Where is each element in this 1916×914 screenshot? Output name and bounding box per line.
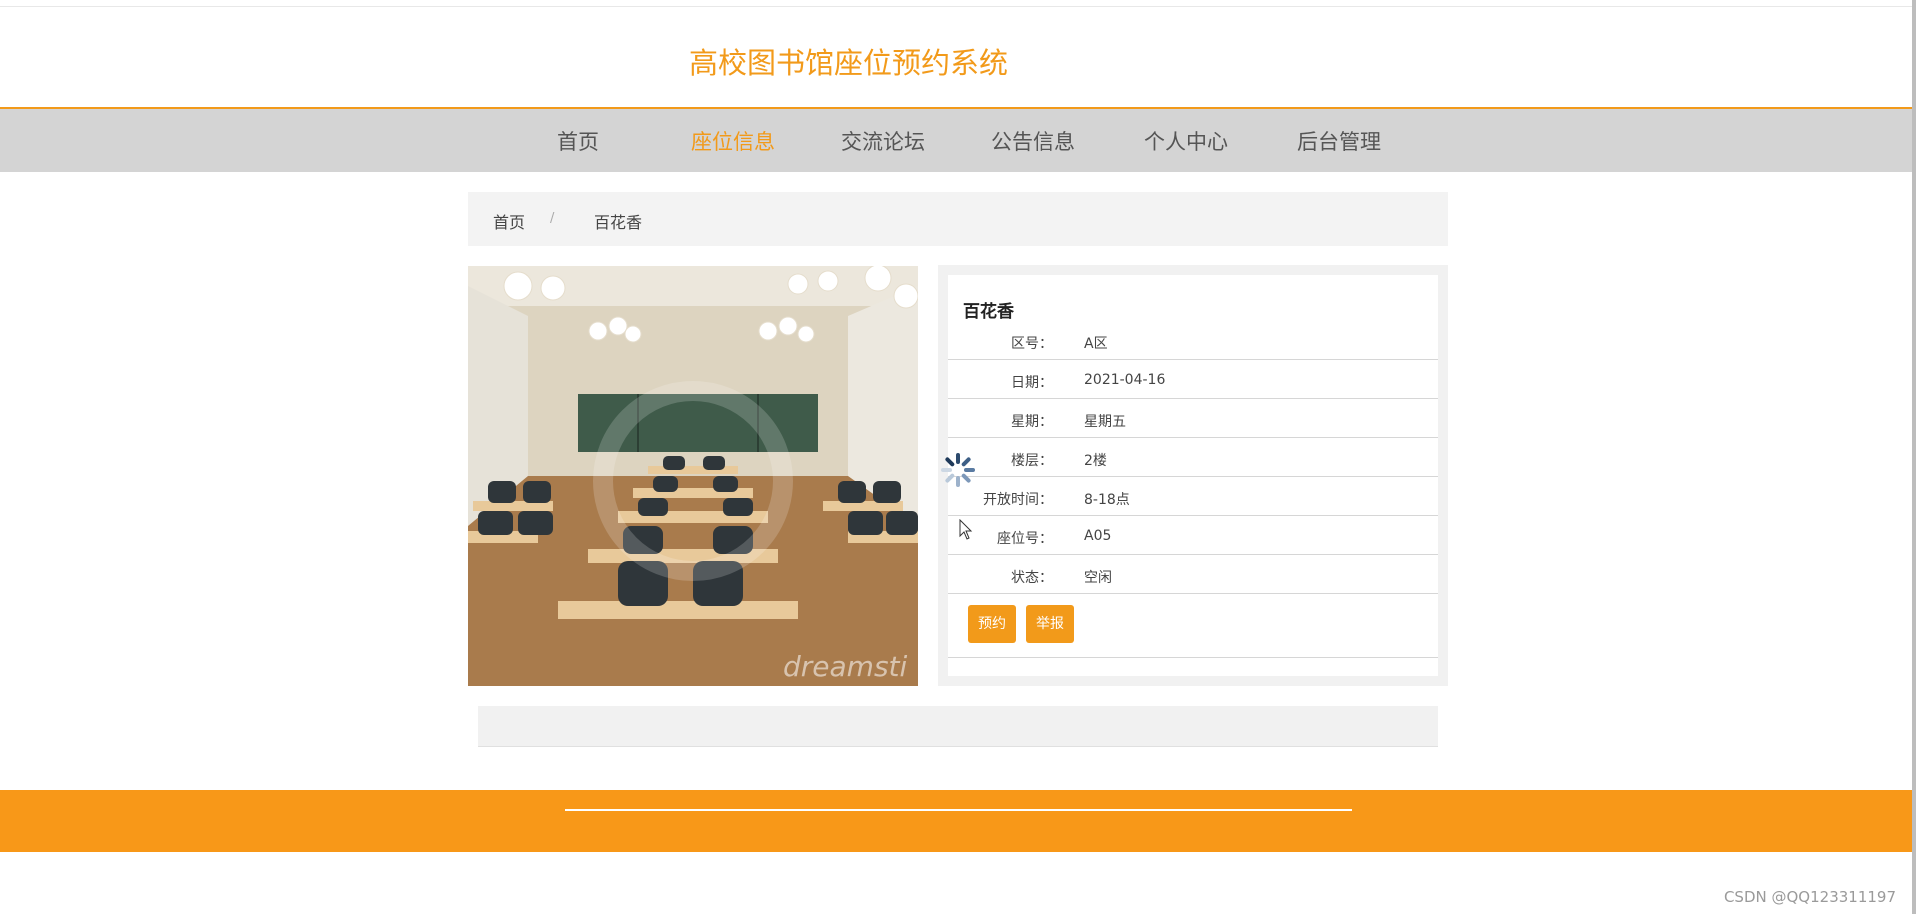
detail-label: 座位号：: [997, 531, 1053, 547]
detail-row-weekday: 星期： 星期五: [948, 399, 1438, 438]
seat-photo: dreamsti: [468, 266, 918, 686]
nav-item-forum[interactable]: 交流论坛: [841, 126, 925, 156]
breadcrumb-current: 百花香: [594, 213, 643, 232]
detail-value: 8-18点: [1084, 492, 1130, 508]
detail-value: A05: [1084, 528, 1112, 544]
detail-label: 星期：: [1011, 414, 1053, 430]
detail-row-floor: 楼层： 2楼: [948, 438, 1438, 477]
report-button[interactable]: 举报: [1026, 605, 1074, 643]
site-title[interactable]: 高校图书馆座位预约系统: [689, 40, 1008, 82]
detail-value: 2021-04-16: [1084, 372, 1166, 388]
nav-item-announcements[interactable]: 公告信息: [991, 126, 1075, 156]
page-footer: [0, 790, 1912, 852]
breadcrumb: 首页 / 百花香: [468, 192, 1448, 246]
loading-spinner-icon: [941, 453, 975, 487]
seat-detail-card: 百花香 区号： A区 日期： 2021-04-16 星期： 星期五 楼层： 2楼…: [948, 275, 1438, 676]
reserve-button[interactable]: 预约: [968, 605, 1016, 643]
detail-value: 空闲: [1084, 570, 1112, 586]
detail-row-zone: 区号： A区: [948, 321, 1438, 360]
footer-divider: [565, 809, 1352, 811]
breadcrumb-home-link[interactable]: 首页: [493, 209, 525, 233]
nav-item-home[interactable]: 首页: [557, 126, 599, 156]
detail-label: 区号：: [1011, 336, 1053, 352]
content-footer-bar: [478, 706, 1438, 747]
nav-item-admin[interactable]: 后台管理: [1297, 126, 1381, 156]
detail-value: 2楼: [1084, 453, 1107, 469]
site-header: 高校图书馆座位预约系统: [0, 7, 1912, 109]
detail-row-date: 日期： 2021-04-16: [948, 360, 1438, 399]
seat-detail-panel: 百花香 区号： A区 日期： 2021-04-16 星期： 星期五 楼层： 2楼…: [938, 265, 1448, 686]
detail-row-seat-number: 座位号： A05: [948, 516, 1438, 555]
detail-label: 日期：: [1011, 375, 1053, 391]
detail-label: 状态：: [1011, 570, 1053, 586]
main-nav: 首页 座位信息 交流论坛 公告信息 个人中心 后台管理: [0, 109, 1912, 172]
detail-row-status: 状态： 空闲: [948, 555, 1438, 594]
photo-watermark: dreamsti: [783, 650, 908, 683]
csdn-watermark: CSDN @QQ123311197: [1723, 888, 1896, 906]
classroom-image: dreamsti: [468, 266, 918, 686]
detail-row-open-hours: 开放时间： 8-18点: [948, 477, 1438, 516]
detail-label: 开放时间：: [983, 492, 1053, 508]
breadcrumb-separator: /: [550, 211, 555, 226]
detail-label: 楼层：: [1011, 453, 1053, 469]
seat-name: 百花香: [963, 302, 1014, 322]
detail-value: A区: [1084, 336, 1108, 352]
detail-value: 星期五: [1084, 414, 1126, 430]
nav-item-seat-info[interactable]: 座位信息: [691, 126, 775, 156]
divider: [948, 657, 1438, 658]
page-scrollbar[interactable]: [1912, 0, 1916, 914]
nav-item-personal-center[interactable]: 个人中心: [1144, 126, 1228, 156]
mouse-cursor-icon: [959, 519, 973, 540]
